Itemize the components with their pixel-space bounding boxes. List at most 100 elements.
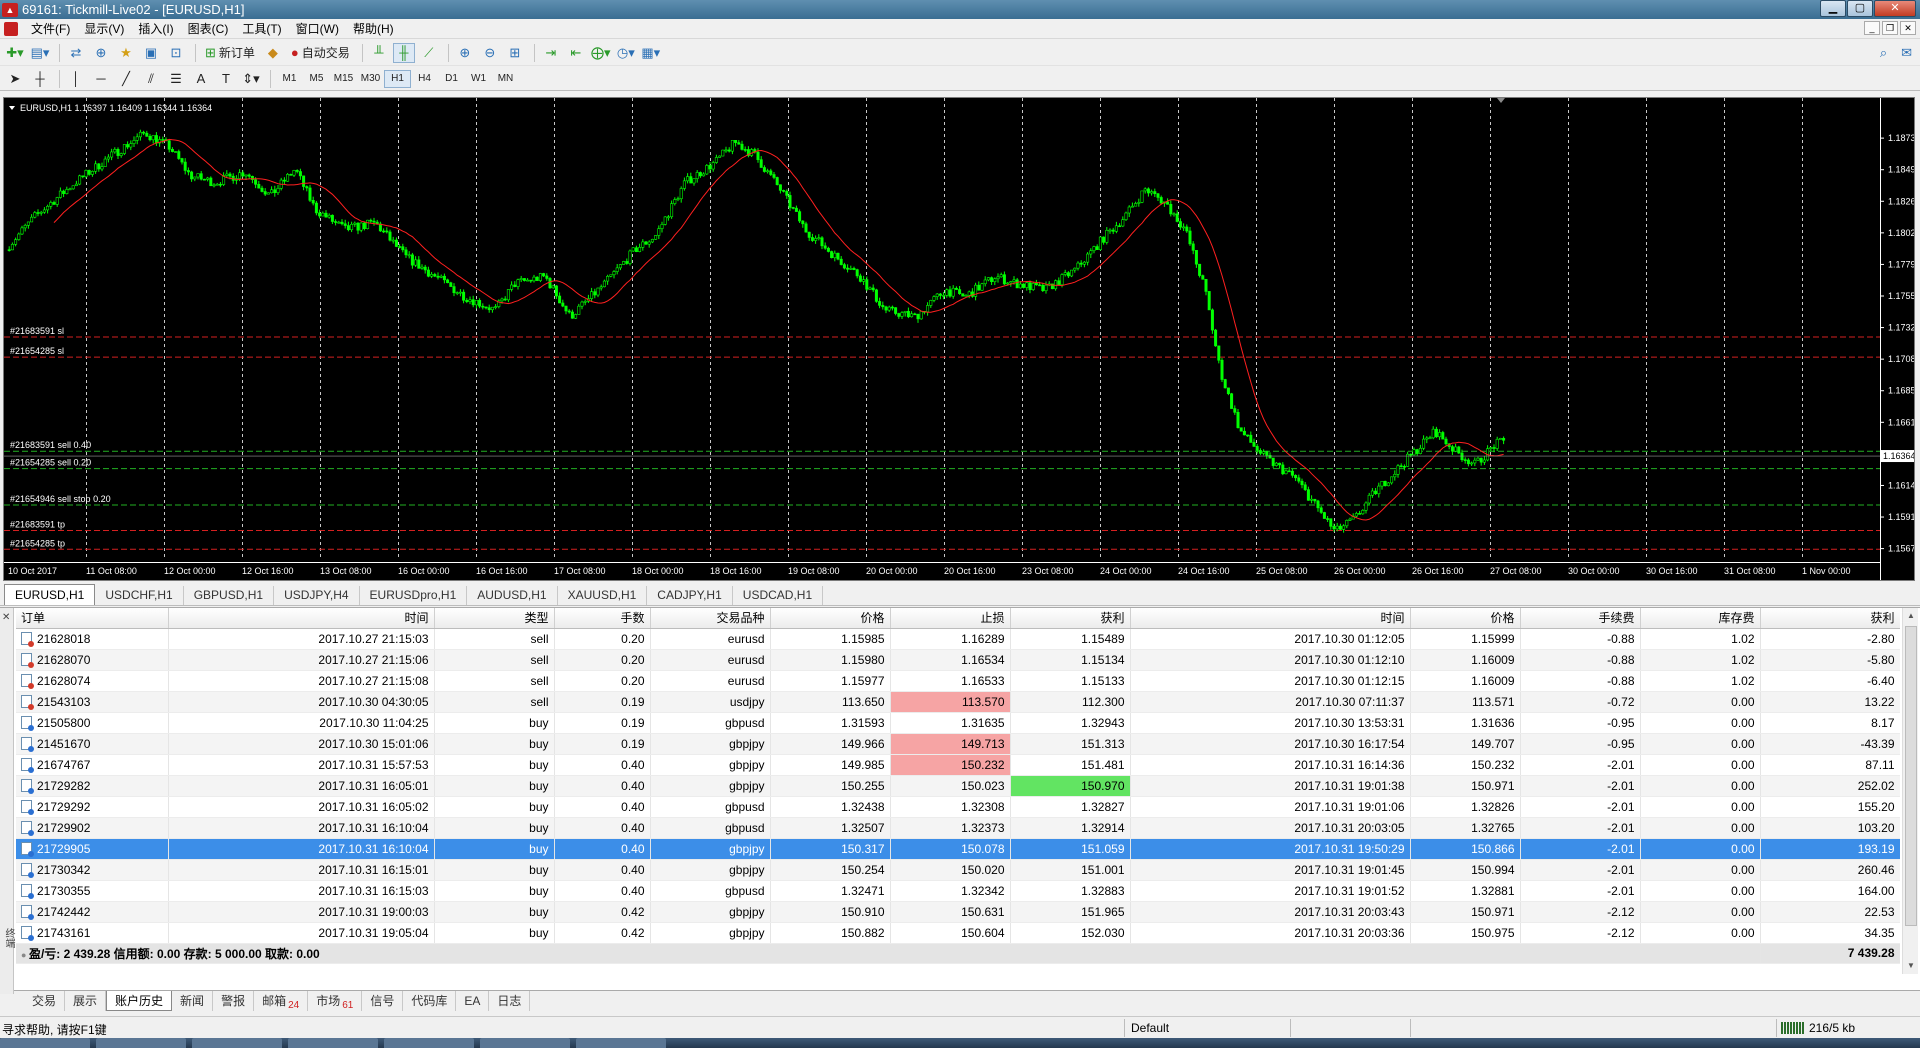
new-order-button[interactable]: ⊞ 新订单 — [201, 43, 259, 63]
strategy-tester-button[interactable]: ⊡ — [165, 43, 187, 63]
column-header[interactable]: 获利 — [1010, 608, 1131, 629]
terminal-tab[interactable]: 市场 61 — [308, 991, 363, 1011]
taskbar-item[interactable] — [384, 1038, 474, 1048]
timeframe-m15[interactable]: M15 — [330, 70, 357, 88]
table-row[interactable]: 21729902 2017.10.31 16:10:04 buy 0.40 gbpusd… — [16, 817, 1900, 839]
column-header[interactable]: 手续费 — [1520, 608, 1641, 629]
table-row[interactable]: 21730355 2017.10.31 16:15:03 buy 0.40 gbpusd… — [16, 880, 1900, 902]
price-chart[interactable]: 10 Oct 2017 11 Oct 08:00 12 Oct 00:00 12 Oc… — [3, 97, 1915, 581]
profiles-button[interactable]: ▤▾ — [29, 43, 51, 63]
column-header[interactable]: 价格 — [770, 608, 891, 629]
close-button[interactable]: ✕ — [1874, 0, 1916, 17]
table-row[interactable]: 21729282 2017.10.31 16:05:01 buy 0.40 gbpjpy… — [16, 775, 1900, 797]
column-header[interactable]: 价格 — [1410, 608, 1521, 629]
terminal-tab[interactable]: EA — [456, 991, 490, 1011]
timeframe-m30[interactable]: M30 — [357, 70, 384, 88]
terminal-tab[interactable]: 交易 — [24, 991, 66, 1011]
chart-tab[interactable]: XAUUSD,H1 — [558, 586, 648, 605]
taskbar-item[interactable] — [96, 1038, 186, 1048]
data-window-button[interactable]: ⊕ — [90, 43, 112, 63]
periods-button[interactable]: ◷▾ — [615, 43, 637, 63]
menu-file[interactable]: 文件(F) — [24, 20, 77, 37]
fibonacci-button[interactable]: ☰ — [165, 69, 187, 89]
maximize-button[interactable]: ▢ — [1847, 0, 1873, 17]
text-button[interactable]: A — [190, 69, 212, 89]
table-row[interactable]: 21505800 2017.10.30 11:04:25 buy 0.19 gbpusd… — [16, 712, 1900, 734]
menu-charts[interactable]: 图表(C) — [181, 20, 236, 37]
terminal-tab[interactable]: 警报 — [213, 991, 255, 1011]
bar-chart-button[interactable]: ╨ — [368, 43, 390, 63]
chart-tab[interactable]: GBPUSD,H1 — [184, 586, 275, 605]
child-close-button[interactable]: ✕ — [1900, 21, 1916, 35]
equidistant-channel-button[interactable]: ⫽ — [140, 69, 162, 89]
chart-tab[interactable]: CADJPY,H1 — [647, 586, 733, 605]
horizontal-line-button[interactable]: ─ — [90, 69, 112, 89]
chart-shift-button[interactable]: ⇤ — [565, 43, 587, 63]
meta-editor-button[interactable]: ◆ — [262, 43, 284, 63]
menu-insert[interactable]: 插入(I) — [131, 20, 180, 37]
search-icon[interactable]: ⌕ — [1880, 45, 1887, 61]
autotrading-button[interactable]: ● 自动交易 — [287, 43, 354, 63]
taskbar-item[interactable] — [576, 1038, 666, 1048]
taskbar-item[interactable] — [192, 1038, 282, 1048]
vertical-scrollbar[interactable]: ▲ ▼ — [1902, 608, 1918, 974]
scroll-thumb[interactable] — [1905, 626, 1917, 926]
terminal-tab[interactable]: 邮箱 24 — [254, 991, 309, 1011]
table-row[interactable]: 21628074 2017.10.27 21:15:08 sell 0.20 eurus… — [16, 670, 1900, 692]
zoom-out-button[interactable]: ⊖ — [479, 43, 501, 63]
chart-tab[interactable]: AUDUSD,H1 — [467, 586, 558, 605]
crosshair-button[interactable]: ┼ — [29, 69, 51, 89]
table-row[interactable]: 21742442 2017.10.31 19:00:03 buy 0.42 gbpjpy… — [16, 901, 1900, 923]
terminal-button[interactable]: ▣ — [140, 43, 162, 63]
table-row[interactable]: 21730342 2017.10.31 16:15:01 buy 0.40 gbpjpy… — [16, 859, 1900, 881]
trendline-button[interactable]: ╱ — [115, 69, 137, 89]
indicators-button[interactable]: ⨁▾ — [590, 43, 612, 63]
column-header[interactable]: 时间 — [1130, 608, 1411, 629]
text-label-button[interactable]: T — [215, 69, 237, 89]
table-row[interactable]: 21729292 2017.10.31 16:05:02 buy 0.40 gbpusd… — [16, 796, 1900, 818]
table-row[interactable]: 21451670 2017.10.30 15:01:06 buy 0.19 gbpjpy… — [16, 733, 1900, 755]
chat-icon[interactable]: ✉ — [1901, 45, 1912, 61]
menu-view[interactable]: 显示(V) — [77, 20, 131, 37]
table-row[interactable]: 21628070 2017.10.27 21:15:06 sell 0.20 eurus… — [16, 649, 1900, 671]
terminal-tab[interactable]: 代码库 — [403, 991, 457, 1011]
column-header[interactable]: 类型 — [434, 608, 555, 629]
table-row[interactable]: 21543103 2017.10.30 04:30:05 sell 0.19 usdjp… — [16, 691, 1900, 713]
terminal-tab[interactable]: 展示 — [65, 991, 107, 1011]
vertical-line-button[interactable]: │ — [65, 69, 87, 89]
timeframe-d1[interactable]: D1 — [438, 70, 465, 88]
column-header[interactable]: 订单 — [16, 608, 169, 629]
chart-tab[interactable]: USDCAD,H1 — [733, 586, 824, 605]
terminal-tab[interactable]: 信号 — [362, 991, 404, 1011]
candlestick-button[interactable]: ╫ — [392, 42, 415, 63]
timeframe-h4[interactable]: H4 — [411, 70, 438, 88]
timeframe-w1[interactable]: W1 — [465, 70, 492, 88]
arrows-button[interactable]: ⇕▾ — [240, 69, 262, 89]
tile-windows-button[interactable]: ⊞ — [504, 43, 526, 63]
auto-scroll-button[interactable]: ⇥ — [540, 43, 562, 63]
new-chart-button[interactable]: ✚▾ — [4, 43, 26, 63]
column-header[interactable]: 时间 — [168, 608, 435, 629]
scroll-up-icon[interactable]: ▲ — [1903, 608, 1919, 624]
scroll-down-icon[interactable]: ▼ — [1903, 958, 1919, 974]
line-chart-button[interactable]: ⟋ — [418, 43, 440, 63]
chart-tab[interactable]: USDJPY,H4 — [274, 586, 360, 605]
cursor-button[interactable]: ➤ — [4, 69, 26, 89]
table-row[interactable]: 21743161 2017.10.31 19:05:04 buy 0.42 gbpjpy… — [16, 922, 1900, 944]
minimize-button[interactable]: ▁ — [1820, 0, 1846, 17]
column-header[interactable]: 交易品种 — [650, 608, 771, 629]
column-header[interactable]: 手数 — [554, 608, 651, 629]
market-watch-button[interactable]: ⇄ — [65, 43, 87, 63]
status-profile[interactable]: Default — [1131, 1021, 1169, 1035]
terminal-close-icon[interactable]: ✕ — [2, 612, 10, 623]
chart-canvas[interactable]: 10 Oct 2017 11 Oct 08:00 12 Oct 00:00 12 Oc… — [4, 98, 1914, 580]
status-traffic[interactable]: 216/5 kb — [1781, 1021, 1855, 1035]
table-row[interactable]: 21729905 2017.10.31 16:10:04 buy 0.40 gbpjpy… — [16, 838, 1900, 860]
taskbar-item[interactable] — [0, 1038, 90, 1048]
column-header[interactable]: 获利 — [1760, 608, 1900, 629]
timeframe-mn[interactable]: MN — [492, 70, 519, 88]
taskbar-item[interactable] — [288, 1038, 378, 1048]
column-header[interactable]: 库存费 — [1640, 608, 1761, 629]
terminal-tab[interactable]: 新闻 — [172, 991, 214, 1011]
timeframe-m1[interactable]: M1 — [276, 70, 303, 88]
